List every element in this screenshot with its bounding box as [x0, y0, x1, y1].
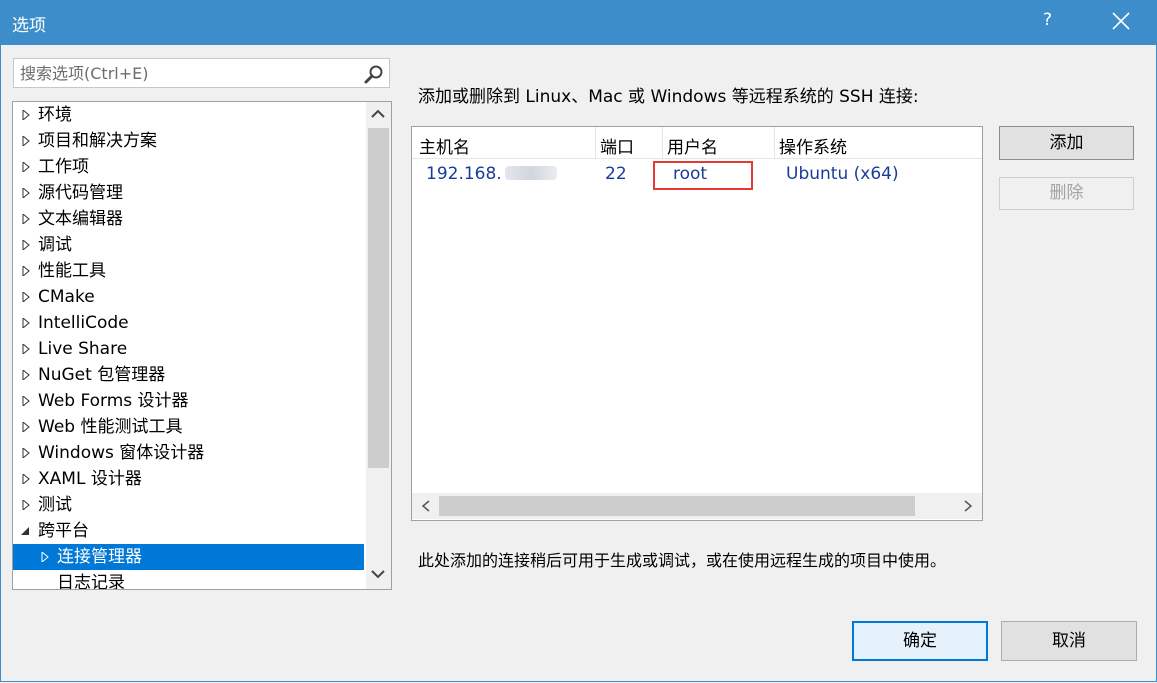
tree-vertical-scrollbar[interactable]	[366, 102, 391, 589]
scroll-down-icon[interactable]	[370, 568, 386, 580]
tree-item-label: 日志记录	[57, 573, 125, 590]
expand-arrow-icon[interactable]	[21, 396, 31, 406]
list-header: 主机名 端口 用户名 操作系统	[412, 127, 982, 159]
expand-arrow-icon[interactable]	[21, 500, 31, 510]
collapse-arrow-icon[interactable]	[20, 526, 30, 536]
column-separator[interactable]	[662, 127, 663, 158]
tree-item-label: 环境	[38, 105, 72, 125]
expand-arrow-icon[interactable]	[21, 344, 31, 354]
tree-item-test[interactable]: 测试	[13, 492, 364, 518]
tree-item-work-items[interactable]: 工作项	[13, 154, 364, 180]
tree-item-label: 项目和解决方案	[38, 131, 157, 151]
options-tree[interactable]: 环境 项目和解决方案 工作项 源代码管理 文本编辑器 调试 性能工具 CMake…	[12, 101, 392, 590]
tree-item-performance-tools[interactable]: 性能工具	[13, 258, 364, 284]
tree-item-label: 工作项	[38, 157, 89, 177]
column-header-user[interactable]: 用户名	[667, 133, 718, 158]
tree-item-windows-forms[interactable]: Windows 窗体设计器	[13, 440, 364, 466]
scroll-up-icon[interactable]	[370, 108, 386, 120]
scrollbar-thumb[interactable]	[439, 496, 915, 516]
tree-item-environment[interactable]: 环境	[13, 102, 364, 128]
red-highlight-box	[653, 161, 753, 190]
usage-note: 此处添加的连接稍后可用于生成或调试，或在使用远程生成的项目中使用。	[418, 551, 947, 570]
column-header-host[interactable]: 主机名	[419, 133, 470, 158]
close-icon[interactable]	[1110, 8, 1132, 34]
expand-arrow-icon[interactable]	[21, 370, 31, 380]
tree-item-label: 文本编辑器	[38, 209, 123, 229]
tree-item-label: Web Forms 设计器	[38, 391, 189, 411]
redacted-ip-blur	[505, 166, 557, 180]
tree-item-label: 源代码管理	[38, 183, 123, 203]
tree-item-label: XAML 设计器	[38, 469, 142, 489]
expand-arrow-icon[interactable]	[21, 448, 31, 458]
tree-item-text-editor[interactable]: 文本编辑器	[13, 206, 364, 232]
expand-arrow-icon[interactable]	[21, 292, 31, 302]
tree-item-nuget[interactable]: NuGet 包管理器	[13, 362, 364, 388]
expand-arrow-icon[interactable]	[21, 110, 31, 120]
column-separator[interactable]	[595, 127, 596, 158]
scroll-left-icon[interactable]	[420, 499, 432, 513]
cell-port: 22	[605, 164, 627, 184]
list-horizontal-scrollbar[interactable]	[412, 493, 982, 519]
expand-arrow-icon[interactable]	[21, 266, 31, 276]
tree-item-connection-manager[interactable]: 连接管理器	[13, 544, 364, 570]
tree-item-source-control[interactable]: 源代码管理	[13, 180, 364, 206]
table-row[interactable]: 192.168. 22 root Ubuntu (x64)	[416, 159, 978, 190]
add-button[interactable]: 添加	[999, 126, 1134, 160]
help-button[interactable]: ?	[1043, 10, 1052, 30]
column-header-os[interactable]: 操作系统	[779, 133, 847, 158]
tree-item-cmake[interactable]: CMake	[13, 284, 364, 310]
tree-item-intellicode[interactable]: IntelliCode	[13, 310, 364, 336]
tree-item-logging[interactable]: 日志记录	[13, 570, 364, 590]
tree-item-label: IntelliCode	[38, 313, 129, 333]
column-header-port[interactable]: 端口	[600, 133, 634, 158]
cell-os: Ubuntu (x64)	[786, 164, 899, 184]
title-bar: 选项 ?	[0, 0, 1157, 45]
tree-item-label: NuGet 包管理器	[38, 365, 166, 385]
section-description: 添加或删除到 Linux、Mac 或 Windows 等远程系统的 SSH 连接…	[418, 87, 919, 107]
tree-item-label: Live Share	[38, 339, 128, 359]
remove-button[interactable]: 删除	[999, 177, 1134, 210]
tree-item-cross-platform[interactable]: 跨平台	[13, 518, 364, 544]
tree-item-label: CMake	[38, 287, 95, 307]
search-input[interactable]	[14, 59, 366, 87]
tree-item-label: Windows 窗体设计器	[38, 443, 205, 463]
tree-item-debugging[interactable]: 调试	[13, 232, 364, 258]
expand-arrow-icon[interactable]	[21, 162, 31, 172]
expand-arrow-icon[interactable]	[21, 240, 31, 250]
search-icon[interactable]	[363, 63, 385, 85]
scroll-right-icon[interactable]	[962, 499, 974, 513]
column-separator[interactable]	[774, 127, 775, 158]
tree-item-label: 调试	[38, 235, 72, 255]
expand-arrow-icon[interactable]	[21, 214, 31, 224]
tree-item-label: Web 性能测试工具	[38, 417, 183, 437]
expand-arrow-icon[interactable]	[21, 474, 31, 484]
expand-arrow-icon[interactable]	[21, 188, 31, 198]
tree-item-label: 测试	[38, 495, 72, 515]
connections-list[interactable]: 主机名 端口 用户名 操作系统 192.168. 22 root Ubuntu …	[411, 126, 983, 521]
tree-item-xaml[interactable]: XAML 设计器	[13, 466, 364, 492]
ok-button[interactable]: 确定	[852, 621, 988, 661]
tree-item-web-forms[interactable]: Web Forms 设计器	[13, 388, 364, 414]
expand-arrow-icon[interactable]	[21, 318, 31, 328]
expand-arrow-icon[interactable]	[40, 552, 50, 562]
tree-item-label: 性能工具	[38, 261, 106, 281]
cell-host: 192.168.	[426, 164, 502, 184]
tree-item-projects[interactable]: 项目和解决方案	[13, 128, 364, 154]
window-title: 选项	[12, 16, 46, 36]
tree-item-label: 连接管理器	[57, 547, 142, 567]
expand-arrow-icon[interactable]	[21, 136, 31, 146]
tree-item-web-performance[interactable]: Web 性能测试工具	[13, 414, 364, 440]
expand-arrow-icon[interactable]	[21, 422, 31, 432]
scrollbar-thumb[interactable]	[368, 128, 389, 468]
tree-item-label: 跨平台	[38, 521, 89, 541]
search-box[interactable]	[13, 58, 390, 88]
cancel-button[interactable]: 取消	[1001, 621, 1137, 661]
tree-item-live-share[interactable]: Live Share	[13, 336, 364, 362]
